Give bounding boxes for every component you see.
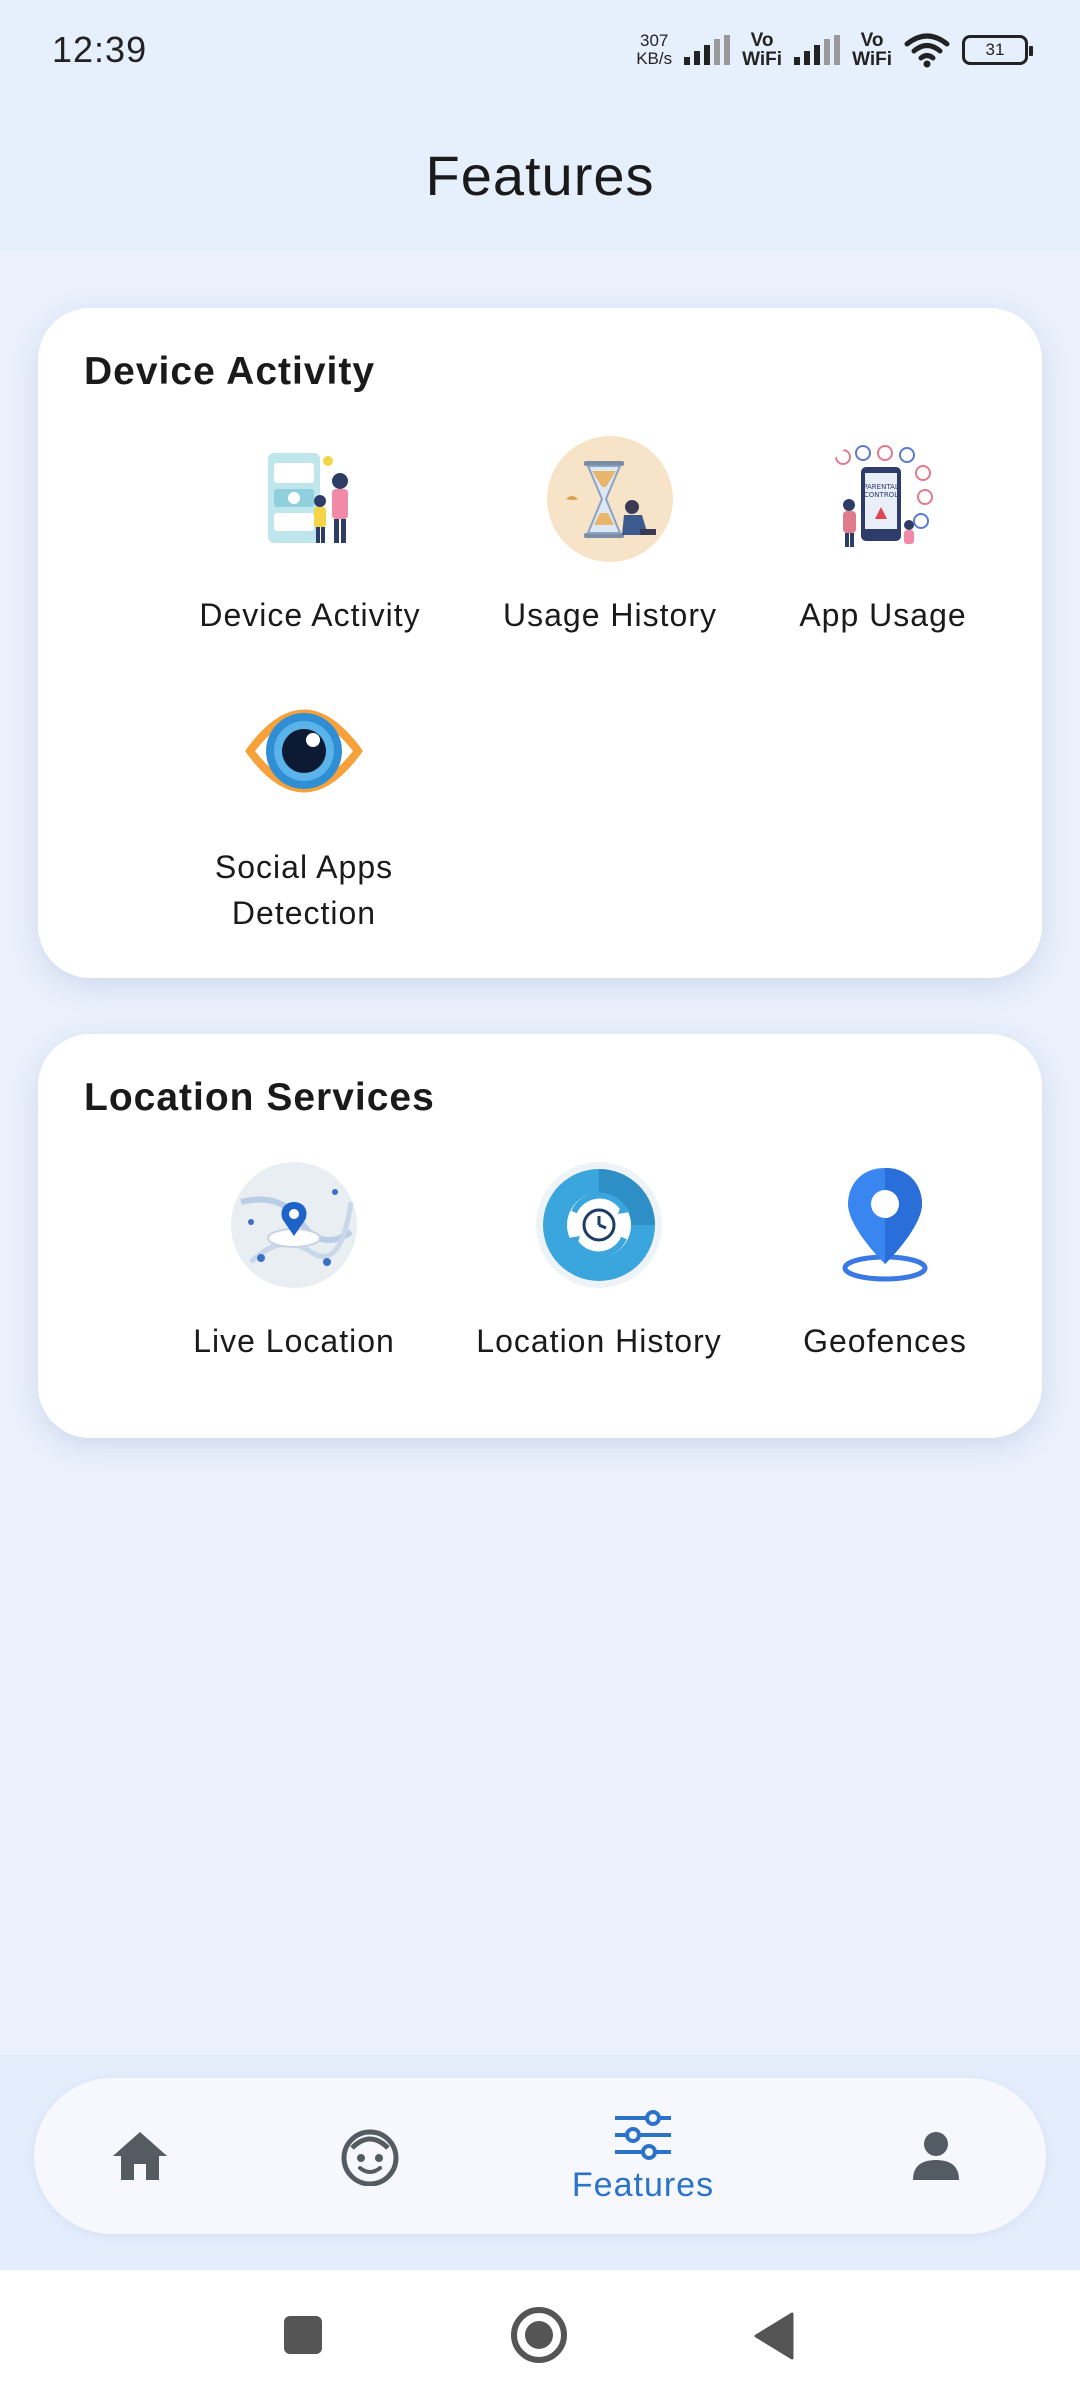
- nav-home[interactable]: [100, 2116, 180, 2196]
- status-icons: 307 KB/s Vo WiFi Vo WiFi 31: [636, 30, 1033, 70]
- feature-label: Live Location: [193, 1323, 395, 1359]
- signal-icon: [684, 35, 731, 65]
- page-title: Features: [425, 143, 655, 207]
- back-triangle-icon: [754, 2312, 794, 2360]
- feature-label: Usage History: [503, 597, 717, 633]
- section-title: Device Activity: [84, 350, 376, 393]
- svg-text:PARENTAL: PARENTAL: [863, 483, 899, 491]
- square-icon: [284, 2316, 322, 2354]
- system-nav-bar: [0, 2270, 1080, 2400]
- location-services-card: Location Services Live Location Location…: [38, 1034, 1042, 1438]
- person-icon: [913, 2132, 959, 2180]
- back-button[interactable]: [752, 2312, 794, 2365]
- geofences-feature[interactable]: Geofences: [735, 1162, 1035, 1364]
- recents-button[interactable]: [282, 2314, 324, 2361]
- sliders-icon: [615, 2109, 671, 2160]
- location-history-feature[interactable]: Location History: [449, 1162, 749, 1364]
- svg-text:CONTROL: CONTROL: [864, 491, 898, 499]
- nav-profile[interactable]: [896, 2116, 976, 2196]
- nav-features-label: Features: [571, 2165, 715, 2204]
- usage-history-feature[interactable]: Usage History: [460, 436, 760, 638]
- home-icon: [113, 2132, 167, 2180]
- bottom-nav: Features: [34, 2078, 1046, 2234]
- eye-icon: [241, 688, 367, 814]
- app-usage-feature[interactable]: PARENTAL CONTROL App Usage: [733, 436, 1033, 638]
- feature-label: Social Apps Detection: [214, 849, 394, 931]
- map-pin-illustration-icon: [231, 1162, 357, 1288]
- parental-control-illustration-icon: PARENTAL CONTROL: [820, 436, 946, 562]
- network-speed: 307 KB/s: [636, 31, 673, 68]
- feature-label: Device Activity: [199, 597, 421, 633]
- signal-icon: [794, 35, 841, 65]
- feature-label: App Usage: [799, 597, 967, 633]
- nav-features[interactable]: Features: [548, 2092, 738, 2222]
- status-bar: 12:39 307 KB/s Vo WiFi Vo WiFi 31: [0, 0, 1080, 100]
- battery-icon: 31: [962, 35, 1033, 65]
- vowifi-badge: Vo WiFi: [742, 30, 783, 70]
- circle-icon: [511, 2307, 567, 2363]
- hourglass-illustration-icon: [547, 436, 673, 562]
- section-title: Location Services: [84, 1076, 435, 1119]
- vowifi-badge: Vo WiFi: [852, 30, 892, 70]
- device-activity-illustration-icon: [247, 436, 373, 562]
- geofence-pin-icon: [822, 1162, 948, 1288]
- app-header: Features: [0, 100, 1080, 250]
- feature-label: Location History: [476, 1323, 722, 1359]
- wifi-icon: [904, 33, 950, 68]
- social-apps-detection-feature[interactable]: Social Apps Detection: [154, 688, 454, 936]
- child-face-icon: [341, 2129, 399, 2186]
- device-activity-feature[interactable]: Device Activity: [160, 436, 460, 638]
- live-location-feature[interactable]: Live Location: [144, 1162, 444, 1364]
- status-time: 12:39: [52, 29, 148, 70]
- device-activity-card: Device Activity Device Activity Usage Hi…: [38, 308, 1042, 978]
- home-button[interactable]: [510, 2306, 568, 2369]
- feature-label: Geofences: [803, 1323, 967, 1359]
- clock-history-icon: [536, 1162, 662, 1288]
- nav-child[interactable]: [330, 2116, 410, 2196]
